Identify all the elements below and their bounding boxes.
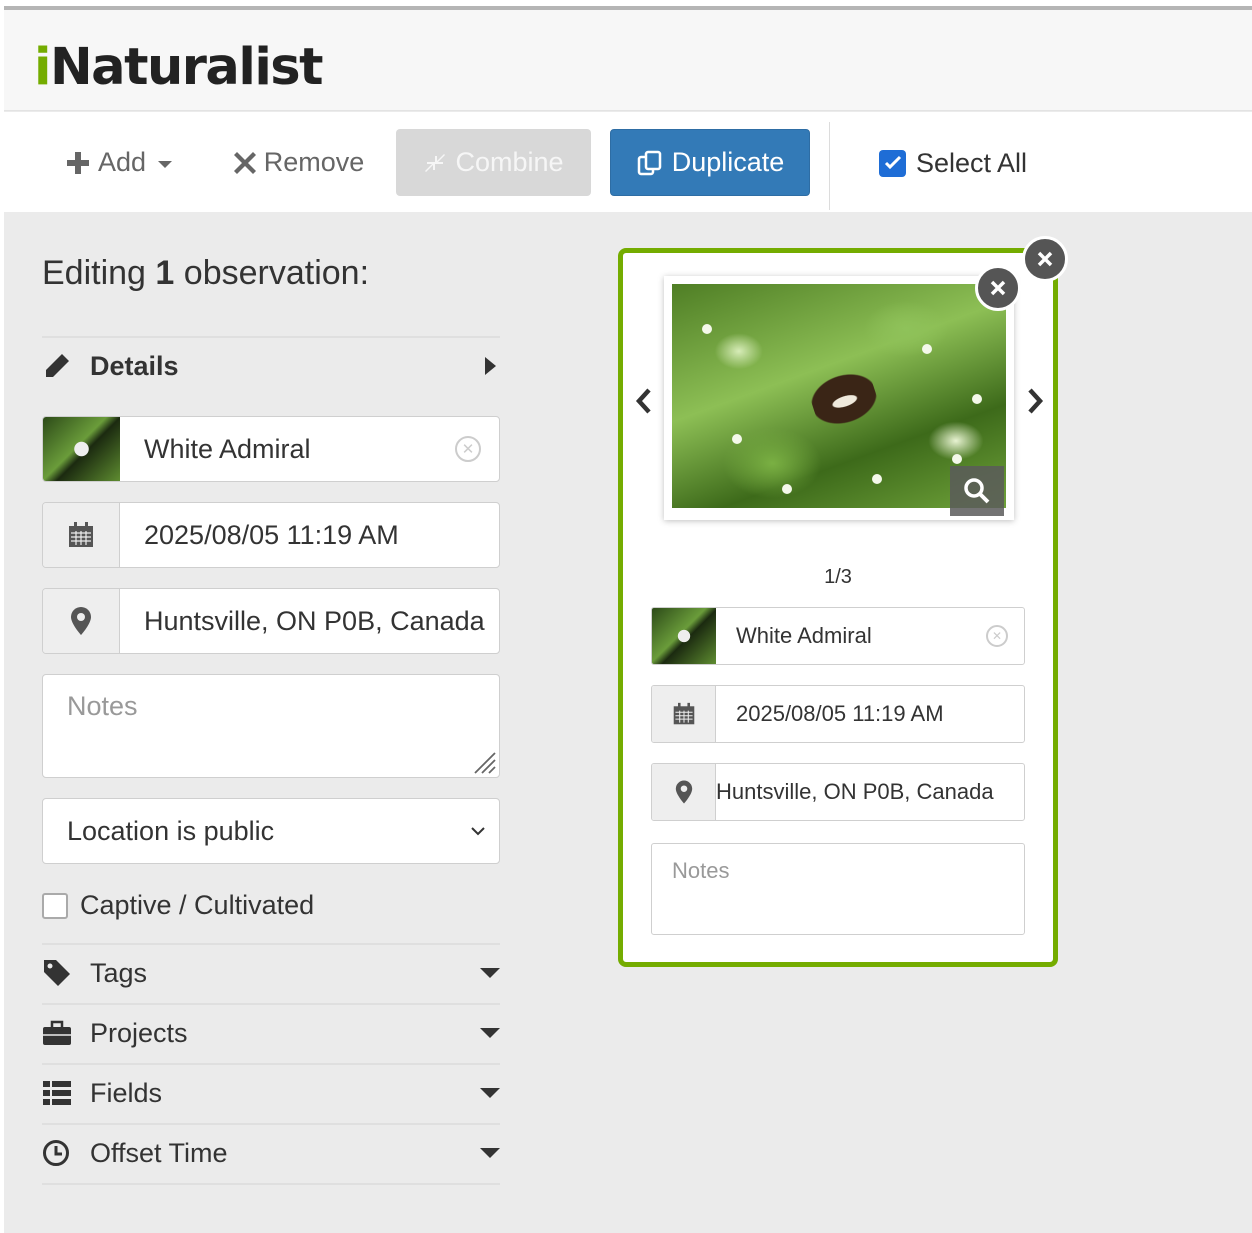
projects-section-toggle[interactable]: Projects [42,1005,500,1061]
pencil-icon [42,351,90,381]
card-location-field[interactable]: Huntsville, ON P0B, Canada [651,763,1025,821]
combine-button[interactable]: Combine [396,129,591,196]
fields-label: Fields [90,1077,163,1108]
details-section-toggle[interactable]: Details [42,338,500,394]
previous-photo-button[interactable] [634,386,654,421]
photo-counter: 1/3 [824,566,852,588]
inaturalist-logo[interactable]: iNaturalist [34,38,324,98]
tags-section-toggle[interactable]: Tags [42,945,500,1001]
projects-label: Projects [90,1017,188,1048]
card-date-field[interactable]: 2025/08/05 11:19 AM [651,685,1025,743]
duplicate-icon [637,150,661,175]
logo-i: i [34,38,51,97]
card-species-thumbnail [652,608,716,664]
date-field[interactable]: 2025/08/05 11:19 AM [42,502,500,568]
geoprivacy-value: Location is public [67,815,275,846]
duplicate-button[interactable]: Duplicate [610,129,810,196]
photo-detail [952,454,962,464]
calendar-icon[interactable] [43,503,120,567]
photo-detail [872,474,882,484]
card-notes-textarea[interactable]: Notes [651,843,1025,935]
resize-handle-icon[interactable] [469,747,497,775]
card-date-value[interactable]: 2025/08/05 11:19 AM [716,686,1024,742]
location-field[interactable]: Huntsville, ON P0B, Canada [42,588,500,654]
select-all-checkbox[interactable] [879,149,906,177]
location-value[interactable]: Huntsville, ON P0B, Canada [120,589,499,653]
chevron-down-icon [471,827,485,836]
captive-toggle[interactable]: Captive / Cultivated [42,890,314,921]
add-label: Add [97,147,147,177]
next-photo-button[interactable] [1025,386,1045,421]
clear-species-icon[interactable]: ✕ [455,436,481,462]
tag-icon [42,958,90,988]
date-value[interactable]: 2025/08/05 11:19 AM [120,503,499,567]
caret-down-icon [480,1028,500,1038]
species-value[interactable]: White Admiral [120,417,455,481]
photo-detail [972,394,982,404]
caret-down-icon [480,1088,500,1098]
duplicate-label: Duplicate [671,147,785,177]
clear-species-icon[interactable]: ✕ [986,625,1008,647]
notes-placeholder: Notes [67,691,138,721]
remove-label: Remove [263,147,365,177]
photo-detail [922,344,932,354]
fields-section-toggle[interactable]: Fields [42,1065,500,1121]
card-species-field[interactable]: White Admiral ✕ [651,607,1025,665]
list-icon [42,1079,90,1107]
photo-detail [782,484,792,494]
check-icon [884,155,901,170]
caret-right-icon [485,357,496,375]
card-species-value[interactable]: White Admiral [716,608,986,664]
heading-suffix: observation: [183,254,370,292]
map-marker-icon[interactable] [43,589,120,653]
remove-observation-button[interactable] [1022,236,1068,282]
chevron-right-icon [1028,388,1044,414]
select-all-label: Select All [916,147,1028,178]
map-marker-icon[interactable] [652,764,716,820]
notes-textarea[interactable]: Notes [42,674,500,778]
photo-detail [702,324,712,334]
captive-checkbox[interactable] [42,892,68,919]
heading-prefix: Editing [42,254,146,292]
butterfly-subject [805,365,883,433]
close-icon [1037,251,1053,267]
caret-down-icon [158,161,173,168]
divider [42,1183,500,1185]
plus-icon [66,151,89,174]
species-thumbnail [43,417,120,481]
species-field[interactable]: White Admiral ✕ [42,416,500,482]
clock-icon [42,1139,90,1167]
heading-count: 1 [155,254,175,292]
offset-time-section-toggle[interactable]: Offset Time [42,1125,500,1181]
editing-heading: Editing 1 observation: [42,254,369,293]
card-location-value[interactable]: Huntsville, ON P0B, Canada [716,764,1024,820]
geoprivacy-select[interactable]: Location is public [42,798,500,864]
search-icon [964,478,990,504]
card-notes-placeholder: Notes [672,858,730,883]
remove-photo-button[interactable] [975,265,1021,311]
select-all-toggle[interactable]: Select All [879,146,1027,180]
app-window: iNaturalist Add Remove Combine Duplicate… [4,6,1252,1233]
captive-label: Captive / Cultivated [80,890,315,920]
header: iNaturalist [4,10,1252,111]
remove-button[interactable]: Remove [224,129,374,196]
times-icon [233,151,256,174]
zoom-button[interactable] [950,466,1004,516]
photo-detail [732,434,742,444]
chevron-left-icon [635,388,651,414]
logo-text: Naturalist [49,38,324,97]
caret-down-icon [480,968,500,978]
briefcase-icon [42,1019,90,1047]
combine-label: Combine [455,147,564,177]
details-label: Details [90,350,179,381]
toolbar-divider [829,122,830,210]
toolbar: Add Remove Combine Duplicate Select All [4,112,1252,212]
offset-time-label: Offset Time [90,1137,228,1168]
close-icon [990,280,1006,296]
add-button[interactable]: Add [54,129,184,196]
calendar-icon[interactable] [652,686,716,742]
tags-label: Tags [90,957,148,988]
caret-down-icon [480,1148,500,1158]
compress-icon [425,153,446,172]
